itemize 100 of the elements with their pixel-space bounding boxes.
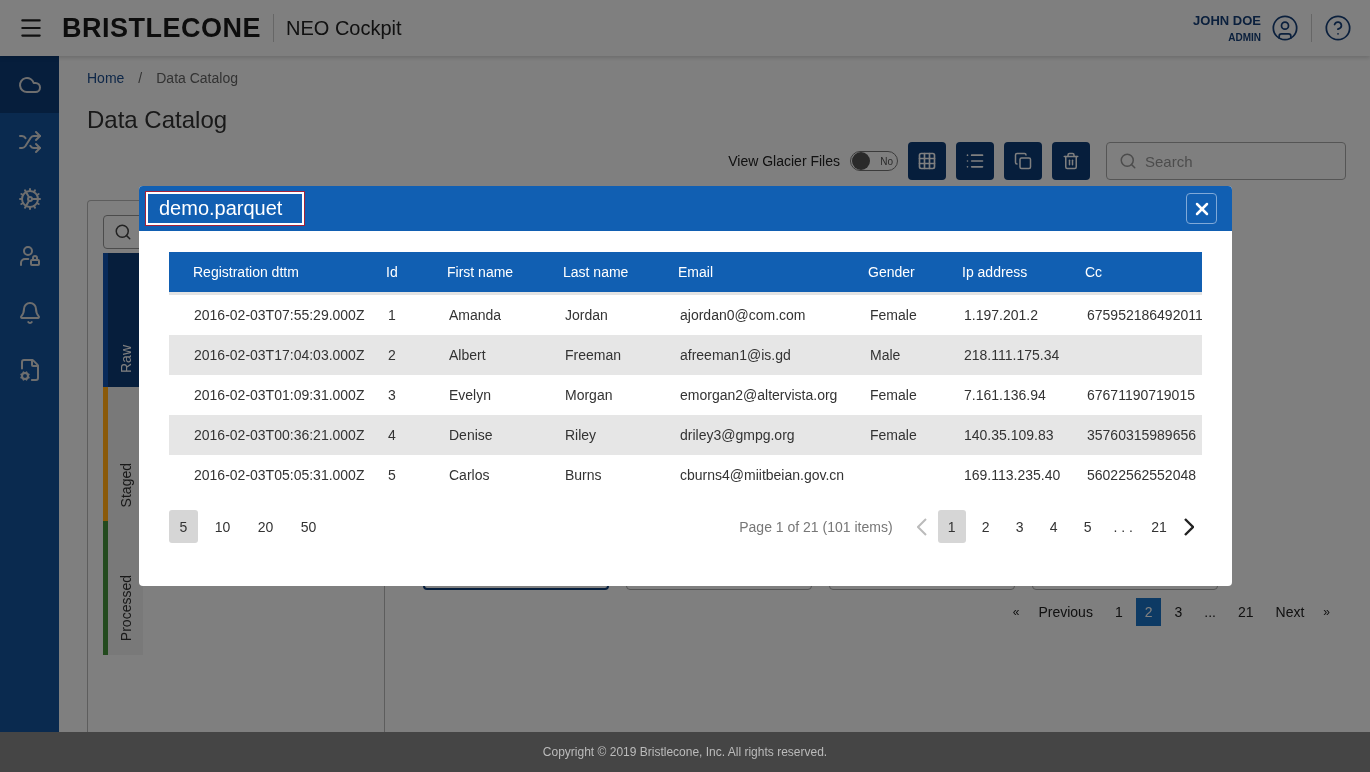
search-icon	[1119, 152, 1137, 170]
page-title: Data Catalog	[87, 106, 229, 134]
app-name: NEO Cockpit	[286, 16, 402, 40]
column-header[interactable]: First name	[441, 252, 557, 295]
list-icon	[965, 151, 985, 171]
table-cell-text: 7.161.136.94	[963, 386, 1047, 405]
column-header[interactable]: Id	[380, 252, 441, 295]
close-button[interactable]	[1186, 193, 1217, 224]
table-cell-text: Female	[869, 386, 918, 405]
table-cell-text: Albert	[448, 346, 487, 365]
page-link[interactable]: 21	[1228, 598, 1263, 626]
trash-icon	[1062, 152, 1080, 170]
brand-logo: BRISTLECONE	[62, 12, 261, 44]
table-cell-text: Male	[869, 346, 902, 365]
glacier-toggle[interactable]: No	[850, 151, 898, 171]
table-cell-text: 35760315989656	[1086, 426, 1197, 445]
table-cell-text: 5	[387, 466, 397, 485]
chevron-right-icon	[1184, 517, 1194, 536]
user-role: ADMIN	[1228, 32, 1261, 43]
column-header[interactable]: Ip address	[956, 252, 1079, 295]
page-size-button[interactable]: 10	[208, 510, 237, 543]
copyright-text: Copyright © 2019 Bristlecone, Inc. All rights reserved.	[542, 745, 828, 759]
sidebar-item[interactable]	[0, 56, 59, 113]
table-cell-text: Morgan	[564, 386, 614, 405]
page-size-button[interactable]: 20	[251, 510, 280, 543]
table-cell-text: Female	[869, 306, 918, 325]
table-cell-text: 675952186492011	[1086, 306, 1202, 325]
user-avatar-icon[interactable]	[1271, 14, 1299, 42]
page-info: Page 1 of 21 (101 items)	[739, 518, 893, 535]
copy-icon	[1014, 152, 1032, 170]
user-lock-icon	[17, 243, 42, 268]
table-cell-text: 3	[387, 386, 397, 405]
list-view-button[interactable]	[956, 142, 994, 180]
last-mark: »	[1322, 605, 1331, 619]
table-cell-text: Female	[869, 426, 918, 445]
page-button[interactable]: 3	[1005, 510, 1034, 543]
table-cell-text: 2016-02-03T05:05:31.000Z	[193, 466, 366, 485]
table-cell-text: 4	[387, 426, 397, 445]
stage-tab[interactable]: Processed	[103, 521, 143, 655]
table-cell-text: Carlos	[448, 466, 491, 485]
copy-button[interactable]	[1004, 142, 1042, 180]
delete-button[interactable]	[1052, 142, 1090, 180]
table-cell-text: 56022562552048	[1086, 466, 1197, 485]
table-cell-text: Riley	[564, 426, 598, 445]
user-name: JOHN DOE	[1193, 13, 1261, 28]
table-cell-text: Freeman	[564, 346, 623, 365]
table-cell-text: 2	[387, 346, 397, 365]
chevron-left-icon	[916, 517, 927, 536]
table-cell-text: 218.111.175.34	[963, 346, 1061, 365]
breadcrumb-current: Data Catalog	[156, 70, 238, 86]
table-cell-text: 1	[387, 306, 397, 325]
page-button[interactable]: 4	[1039, 510, 1068, 543]
table-cell-text: cburns4@miitbeian.gov.cn	[679, 466, 846, 485]
table-cell-text: emorgan2@altervista.org	[679, 386, 839, 405]
first-mark: «	[1011, 605, 1021, 619]
file-gear-icon	[17, 357, 42, 382]
table-cell-text: Evelyn	[448, 386, 493, 405]
table-cell-text: 2016-02-03T07:55:29.000Z	[193, 306, 366, 325]
grid-icon	[917, 151, 937, 171]
next-link[interactable]: Next	[1266, 598, 1314, 626]
column-header[interactable]: Registration dttm	[169, 252, 380, 295]
page-size-button[interactable]: 5	[169, 510, 198, 543]
table-cell-text: 1.197.201.2	[963, 306, 1039, 325]
page-button[interactable]: . . .	[1107, 510, 1139, 543]
table-cell-text: 2016-02-03T00:36:21.000Z	[193, 426, 366, 445]
table-cell-text: Amanda	[448, 306, 503, 325]
table-cell-text: Denise	[448, 426, 494, 445]
help-icon[interactable]	[1324, 14, 1352, 42]
page-size-button[interactable]: 50	[294, 510, 323, 543]
table-cell-text: 140.35.109.83	[963, 426, 1055, 445]
page-button[interactable]: 21	[1145, 510, 1173, 543]
table-cell-text: 2016-02-03T17:04:03.000Z	[193, 346, 366, 365]
previous-link[interactable]: Previous	[1029, 598, 1102, 626]
dialog-title: demo.parquet	[146, 192, 305, 225]
page-button[interactable]: 2	[971, 510, 1000, 543]
search-icon	[114, 223, 132, 241]
column-header[interactable]: Cc	[1079, 252, 1202, 295]
page-link[interactable]: ...	[1195, 598, 1225, 626]
bell-icon	[17, 300, 42, 325]
table-cell-text: 2016-02-03T01:09:31.000Z	[193, 386, 366, 405]
breadcrumb-separator: /	[138, 70, 143, 86]
table-cell-text: 67671190719015	[1086, 386, 1196, 405]
column-header[interactable]: Email	[672, 252, 862, 295]
page-link[interactable]: 1	[1105, 598, 1132, 626]
page-button[interactable]: 1	[937, 510, 966, 543]
next-page-button[interactable]	[1184, 517, 1194, 536]
gear-icon	[17, 186, 42, 211]
grid-view-button[interactable]	[908, 142, 946, 180]
shuffle-icon	[17, 129, 42, 154]
table-cell-text: afreeman1@is.gd	[679, 346, 792, 365]
table-cell-text: Jordan	[564, 306, 609, 325]
toggle-label: View Glacier Files	[728, 153, 840, 169]
page-button[interactable]: 5	[1073, 510, 1102, 543]
page-link[interactable]: 3	[1165, 598, 1192, 626]
table-cell-text: ajordan0@com.com	[679, 306, 807, 325]
table-cell-text: Burns	[564, 466, 603, 485]
column-header[interactable]: Last name	[557, 252, 672, 295]
breadcrumb-link[interactable]: Home	[87, 70, 125, 86]
column-header[interactable]: Gender	[862, 252, 956, 295]
table-cell-text: driley3@gmpg.org	[679, 426, 796, 445]
